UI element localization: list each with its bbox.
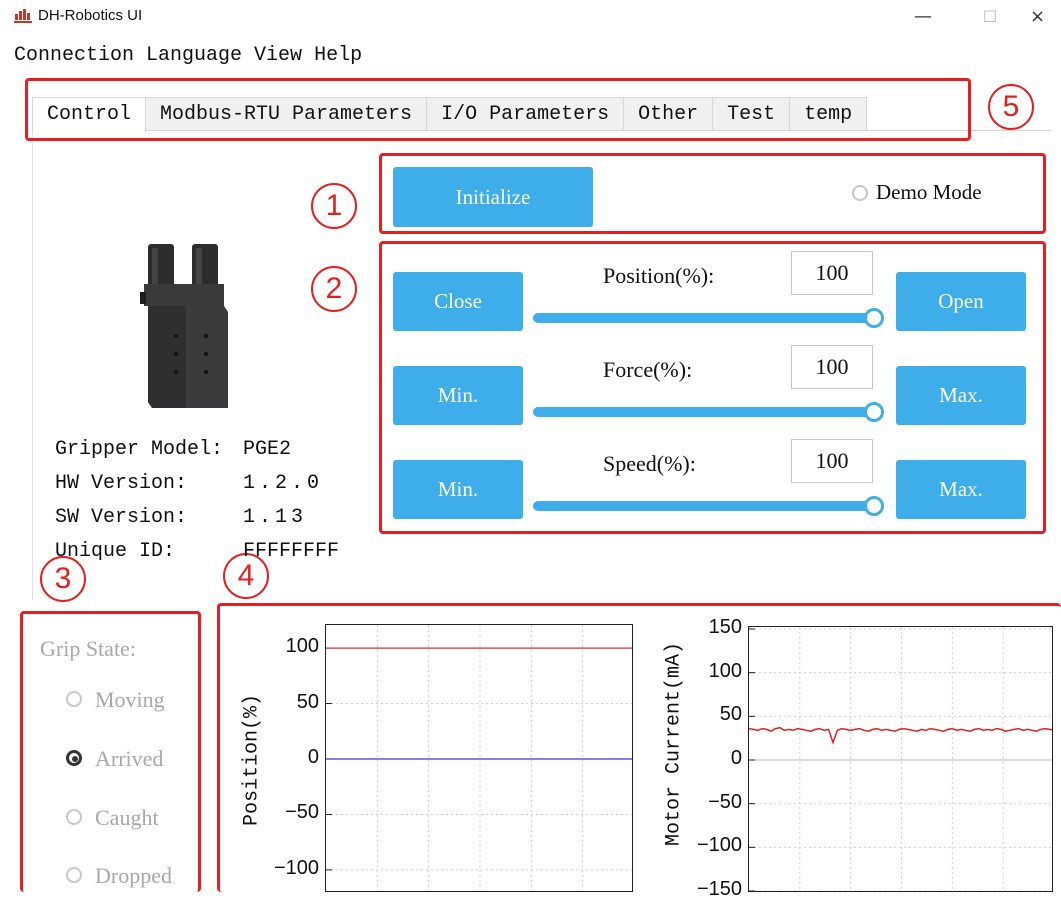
- demo-mode-label: Demo Mode: [876, 180, 982, 204]
- sw-version-value: 1.13: [243, 506, 308, 529]
- speed-slider[interactable]: [533, 501, 876, 511]
- grip-state-caught-radio: [66, 809, 82, 825]
- hw-version-value: 1.2.0: [243, 472, 324, 495]
- close-button[interactable]: ×: [1030, 0, 1061, 34]
- grip-state-dropped-label: Dropped: [95, 863, 172, 888]
- y-tick-label: 150: [708, 616, 742, 638]
- speed-slider-handle[interactable]: [864, 496, 884, 516]
- unique-id-value: FFFFFFFF: [243, 540, 340, 563]
- force-slider[interactable]: [533, 407, 876, 417]
- y-tick-label: −100: [273, 856, 319, 879]
- hw-version-label: HW Version:: [55, 472, 188, 495]
- y-tick-label: −50: [285, 801, 319, 824]
- force-label: Force(%):: [603, 357, 693, 382]
- grip-state-title: Grip State:: [40, 636, 136, 661]
- force-slider-handle[interactable]: [864, 402, 884, 422]
- menu-bar: Connection Language View Help: [14, 44, 374, 72]
- title-bar: DH-Robotics UI — ☐ ×: [0, 0, 1061, 36]
- menu-connection[interactable]: Connection: [14, 44, 134, 72]
- speed-label: Speed(%):: [603, 451, 696, 476]
- y-tick-label: 0: [307, 746, 319, 768]
- open-gripper-button[interactable]: Open: [896, 272, 1026, 331]
- grip-state-arrived-radio: [66, 750, 82, 766]
- maximize-button[interactable]: ☐: [970, 0, 1010, 34]
- y-tick-label: 100: [285, 635, 319, 658]
- position-label: Position(%):: [603, 263, 715, 288]
- speed-max-button[interactable]: Max.: [896, 460, 1026, 519]
- position-chart: [325, 624, 633, 892]
- gripper-model-value: PGE2: [243, 438, 292, 461]
- close-gripper-button[interactable]: Close: [393, 272, 523, 331]
- grip-state-moving-radio: [66, 691, 82, 707]
- position-slider-handle[interactable]: [864, 308, 884, 328]
- menu-language[interactable]: Language: [146, 44, 242, 72]
- annotation-label-2: 2: [311, 266, 357, 312]
- dh-robotics-logo-icon: [14, 9, 32, 23]
- initialize-button[interactable]: Initialize: [393, 167, 593, 227]
- tab-panel-border: [32, 130, 33, 600]
- grip-state-caught-label: Caught: [95, 805, 159, 830]
- y-tick-label: −50: [708, 790, 742, 813]
- demo-mode-radio[interactable]: [852, 185, 868, 201]
- annotation-label-5: 5: [988, 84, 1034, 130]
- annotation-label-1: 1: [311, 183, 357, 229]
- menu-help[interactable]: Help: [314, 44, 362, 72]
- force-input[interactable]: 100: [791, 345, 873, 389]
- gripper-product-image: [140, 244, 228, 408]
- series-line-0: [749, 726, 1052, 745]
- y-tick-label: −100: [696, 834, 742, 857]
- menu-view[interactable]: View: [254, 44, 302, 72]
- y-tick-label: 50: [296, 690, 319, 713]
- position-input[interactable]: 100: [791, 251, 873, 295]
- minimize-button[interactable]: —: [903, 0, 943, 34]
- y-tick-label: 50: [719, 703, 742, 726]
- speed-min-button[interactable]: Min.: [393, 460, 523, 519]
- gripper-model-label: Gripper Model:: [55, 438, 224, 461]
- position-slider[interactable]: [533, 313, 876, 323]
- force-max-button[interactable]: Max.: [896, 366, 1026, 425]
- y-tick-label: 100: [708, 659, 742, 682]
- y-tick-label: 0: [730, 747, 742, 769]
- unique-id-label: Unique ID:: [55, 540, 176, 563]
- force-min-button[interactable]: Min.: [393, 366, 523, 425]
- annotation-box-5: [25, 78, 971, 141]
- current-chart: [748, 626, 1053, 892]
- grip-state-dropped-radio: [66, 867, 82, 883]
- y-tick-label: −150: [696, 878, 742, 900]
- grip-state-arrived-label: Arrived: [95, 746, 164, 771]
- sw-version-label: SW Version:: [55, 506, 188, 529]
- window-title: DH-Robotics UI: [38, 7, 143, 24]
- grip-state-moving-label: Moving: [95, 687, 165, 712]
- speed-input[interactable]: 100: [791, 439, 873, 483]
